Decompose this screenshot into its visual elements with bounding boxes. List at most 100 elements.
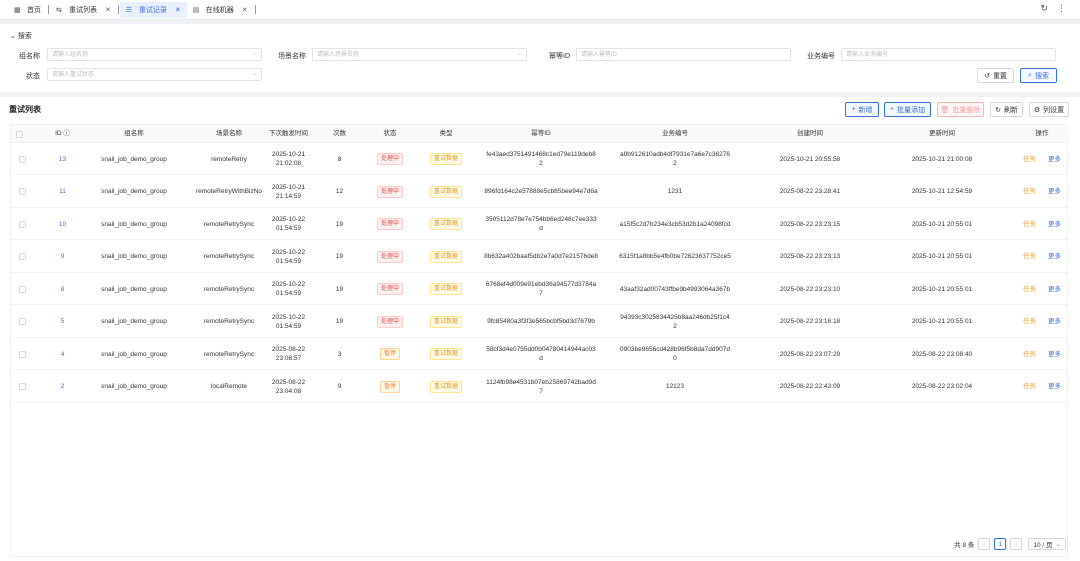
row-checkbox[interactable] — [18, 285, 26, 293]
id-link[interactable]: 8 — [61, 285, 65, 294]
task-link[interactable]: 任务 — [1023, 317, 1036, 326]
tab-retry-record[interactable]: ☰ 重试记录 ✕ — [119, 1, 187, 18]
reload-icon[interactable]: ↻ — [1040, 3, 1048, 14]
cell-status: 处理中 — [365, 273, 415, 305]
next-date: 2025-08-22 — [271, 378, 306, 386]
id-link[interactable]: 4 — [61, 350, 65, 359]
cell-idem: 1124fb98e4531b07eb25869742bad9d 7 — [471, 371, 611, 403]
more-vertical-icon[interactable]: ⋮ — [1057, 3, 1066, 14]
group-value: snail_job_demo_group — [101, 155, 167, 163]
idem-value: 9fc85480a3f3f3e565bcbf5bd3d7679b — [487, 318, 595, 325]
status-badge: 处理中 — [376, 153, 403, 165]
cell-count: 19 — [320, 273, 359, 305]
more-link[interactable]: 更多 — [1048, 220, 1061, 229]
search-toggle[interactable]: ⌄ 搜索 — [10, 31, 32, 41]
tab-home[interactable]: ▦ 首页 — [8, 2, 47, 18]
id-link[interactable]: 2 — [61, 382, 65, 391]
next-date: 2025-10-21 — [271, 183, 306, 191]
row-checkbox[interactable] — [18, 318, 26, 325]
tab-online-machine[interactable]: ▤ 在线机器 ✕ — [187, 2, 254, 18]
biz-input[interactable]: 请输入业务编号 — [841, 48, 1056, 61]
cell-updated: 2025-10-21 20:55:01 — [872, 273, 1012, 305]
batch-delete-button[interactable]: 🗑 批量删除 — [937, 102, 984, 117]
table-row: 11 snail_job_demo_group remoteRetryWithBiz… — [11, 176, 1069, 208]
add-button[interactable]: + 新增 — [845, 102, 879, 117]
header-type: 类型 — [439, 130, 453, 137]
id-link[interactable]: 9 — [61, 252, 65, 261]
group-value: snail_job_demo_group — [101, 318, 167, 325]
group-select[interactable]: 请输入组名称 ⌄ — [47, 48, 262, 61]
cell-actions: 任务 更多 — [1015, 338, 1069, 370]
more-link[interactable]: 更多 — [1048, 317, 1061, 326]
id-link[interactable]: 5 — [61, 317, 65, 326]
cell-status: 处理中 — [365, 143, 415, 175]
row-checkbox[interactable] — [18, 253, 26, 260]
task-link[interactable]: 任务 — [1023, 285, 1036, 294]
scene-value: remoteRetrySync — [203, 253, 255, 260]
cell-id: 11 — [41, 176, 84, 208]
cell-next-trigger: 2025-10-22 01:54:59 — [260, 241, 317, 273]
row-checkbox[interactable] — [18, 155, 26, 163]
select-all-checkbox[interactable] — [16, 125, 28, 143]
cell-group: snail_job_demo_group — [84, 176, 184, 208]
idem-value: fe43aed3751491468c1ed79e119deb8 2 — [486, 151, 596, 167]
cell-count: 19 — [320, 241, 359, 273]
tab-separator — [117, 5, 119, 14]
cell-biz: 1231 — [610, 176, 740, 208]
close-icon[interactable]: ✕ — [105, 6, 111, 14]
search-button[interactable]: ⌕ 搜索 — [1020, 68, 1057, 83]
type-badge: 重试数据 — [429, 348, 462, 360]
cell-next-trigger: 2025-10-21 21:02:08 — [260, 143, 317, 175]
tab-retry-list[interactable]: ⇆ 重试列表 ✕ — [50, 2, 117, 18]
tab-separator — [48, 5, 49, 14]
idem-value: 8b632a402baaf5db2e7a0d7e21576de8 — [484, 253, 598, 260]
task-link[interactable]: 任务 — [1023, 187, 1036, 196]
page-1-button[interactable]: 1 — [994, 538, 1007, 550]
refresh-button[interactable]: ↻ 刷新 — [990, 102, 1023, 117]
more-link[interactable]: 更多 — [1048, 252, 1061, 261]
row-checkbox[interactable] — [18, 383, 26, 390]
cell-count: 8 — [320, 143, 359, 175]
row-checkbox[interactable] — [18, 188, 26, 195]
status-select[interactable]: 请输入重试状态 ⌄ — [47, 68, 262, 81]
next-date: 2025-10-22 — [271, 313, 306, 321]
header-id[interactable]: ID ⓘ — [41, 125, 84, 143]
updated-value: 2025-10-21 20:55:01 — [911, 285, 973, 293]
scene-select[interactable]: 请输入场景名称 ⌄ — [312, 48, 527, 61]
server-icon: ▤ — [192, 6, 200, 14]
biz-value: a15f5c2d7b234e3cb53d2b1a24098fcd — [619, 220, 731, 228]
cell-next-trigger: 2025-10-22 01:54:59 — [260, 306, 317, 338]
chevron-down-icon: ⌄ — [10, 33, 16, 40]
id-link[interactable]: 11 — [59, 187, 66, 196]
more-link[interactable]: 更多 — [1048, 382, 1061, 391]
idem-label: 幂等ID — [549, 53, 570, 60]
more-link[interactable]: 更多 — [1048, 155, 1061, 164]
cell-created: 2025-08-22 23:07:29 — [740, 338, 880, 370]
row-checkbox[interactable] — [18, 220, 26, 228]
row-checkbox-cell — [16, 338, 28, 370]
task-link[interactable]: 任务 — [1023, 252, 1036, 261]
task-link[interactable]: 任务 — [1023, 350, 1036, 359]
batch-add-button[interactable]: + 批量添加 — [884, 102, 931, 117]
status-placeholder: 请输入重试状态 — [52, 72, 95, 78]
idem-input[interactable]: 请输入幂等ID — [576, 48, 791, 61]
task-link[interactable]: 任务 — [1023, 382, 1036, 391]
more-link[interactable]: 更多 — [1048, 285, 1061, 294]
more-link[interactable]: 更多 — [1048, 350, 1061, 359]
next-page-button[interactable]: › — [1010, 538, 1023, 550]
more-link[interactable]: 更多 — [1048, 187, 1061, 196]
task-link[interactable]: 任务 — [1023, 220, 1036, 229]
reset-button[interactable]: ↺ 重置 — [977, 68, 1014, 83]
id-link[interactable]: 13 — [59, 155, 66, 164]
task-link[interactable]: 任务 — [1023, 155, 1036, 164]
status-badge: 处理中 — [376, 283, 403, 295]
prev-page-button[interactable]: ‹ — [978, 538, 991, 550]
column-settings-button[interactable]: ⚙ 列设置 — [1029, 102, 1069, 117]
id-link[interactable]: 10 — [59, 220, 66, 229]
row-checkbox-cell — [16, 176, 28, 208]
page-size-select[interactable]: 10 / 页 ⌄ — [1028, 538, 1066, 550]
reset-label: 重置 — [992, 72, 1007, 80]
close-icon[interactable]: ✕ — [242, 6, 248, 14]
row-checkbox[interactable] — [18, 350, 26, 358]
close-icon[interactable]: ✕ — [175, 6, 181, 14]
